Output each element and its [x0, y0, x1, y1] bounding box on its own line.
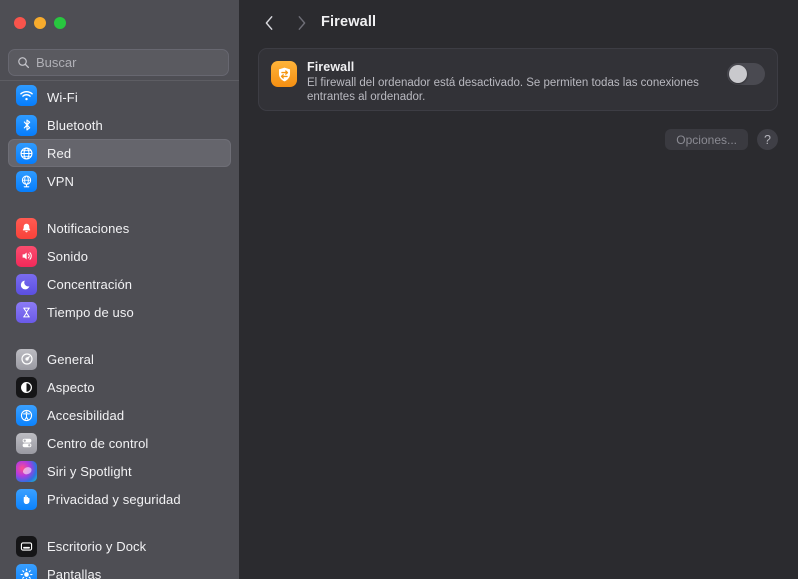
sidebar-group-desktop: Escritorio y Dock Pantallas	[0, 532, 239, 579]
sidebar-item-notificaciones[interactable]: Notificaciones	[8, 214, 231, 242]
sidebar-item-label: Aspecto	[47, 379, 95, 395]
vpn-globe-icon	[16, 170, 37, 192]
firewall-shield-icon	[271, 61, 297, 87]
toggle-knob	[729, 65, 747, 83]
toolbar: Firewall	[239, 0, 798, 46]
sidebar-item-concentracion[interactable]: Concentración	[8, 270, 231, 298]
card-actions: Opciones... ?	[258, 129, 778, 150]
firewall-card-text: Firewall El firewall del ordenador está …	[307, 60, 727, 104]
sidebar-item-aspecto[interactable]: Aspecto	[8, 373, 231, 401]
sidebar-group-network: Wi-Fi Bluetooth Red VPN	[0, 83, 239, 195]
sidebar-item-label: Wi-Fi	[47, 89, 78, 105]
hand-privacy-icon	[16, 488, 37, 510]
sidebar-item-wifi[interactable]: Wi-Fi	[8, 83, 231, 111]
speaker-icon	[16, 245, 37, 267]
sidebar-item-sonido[interactable]: Sonido	[8, 242, 231, 270]
wifi-icon	[16, 84, 37, 106]
chevron-left-icon[interactable]	[259, 13, 279, 33]
sidebar-item-vpn[interactable]: VPN	[8, 167, 231, 195]
main-content: Firewall Firewall El firewall del ordena…	[239, 0, 798, 579]
minimize-button[interactable]	[34, 17, 46, 29]
moon-icon	[16, 273, 37, 295]
bell-icon	[16, 217, 37, 239]
search-icon	[17, 56, 30, 69]
sidebar-item-label: Escritorio y Dock	[47, 538, 147, 554]
sidebar-item-bluetooth[interactable]: Bluetooth	[8, 111, 231, 139]
search-input[interactable]: Buscar	[8, 49, 229, 76]
desktop-dock-icon	[16, 535, 37, 557]
system-settings-window: Buscar Wi-Fi Bluetooth Red VPN Notificac…	[0, 0, 798, 579]
sidebar-item-tiempo-de-uso[interactable]: Tiempo de uso	[8, 298, 231, 326]
sidebar-item-escritorio-y-dock[interactable]: Escritorio y Dock	[8, 532, 231, 560]
options-button[interactable]: Opciones...	[665, 129, 748, 150]
sidebar-item-label: Accesibilidad	[47, 407, 125, 423]
sidebar-item-centro-de-control[interactable]: Centro de control	[8, 429, 231, 457]
control-center-icon	[16, 432, 37, 454]
chevron-right-icon[interactable]	[291, 13, 311, 33]
sidebar-item-label: VPN	[47, 173, 75, 189]
sidebar-item-pantallas[interactable]: Pantallas	[8, 560, 231, 579]
gear-icon	[16, 348, 37, 370]
sidebar-group-system: General Aspecto Accesibilidad Centro de …	[0, 345, 239, 513]
sidebar-nav-list[interactable]: Wi-Fi Bluetooth Red VPN Notificaciones S…	[0, 81, 239, 579]
sidebar-item-siri-y-spotlight[interactable]: Siri y Spotlight	[8, 457, 231, 485]
appearance-icon	[16, 376, 37, 398]
sidebar-item-accesibilidad[interactable]: Accesibilidad	[8, 401, 231, 429]
display-brightness-icon	[16, 563, 37, 579]
bluetooth-icon	[16, 114, 37, 136]
firewall-card-description: El firewall del ordenador está desactiva…	[307, 77, 699, 103]
sidebar-item-label: Bluetooth	[47, 117, 103, 133]
sidebar-item-general[interactable]: General	[8, 345, 231, 373]
sidebar-item-label: Centro de control	[47, 435, 149, 451]
maximize-button[interactable]	[54, 17, 66, 29]
sidebar: Buscar Wi-Fi Bluetooth Red VPN Notificac…	[0, 0, 239, 579]
firewall-card: Firewall El firewall del ordenador está …	[258, 48, 778, 111]
close-button[interactable]	[14, 17, 26, 29]
help-button[interactable]: ?	[757, 129, 778, 150]
sidebar-group-notifications: Notificaciones Sonido Concentración Tiem…	[0, 214, 239, 326]
sidebar-item-label: General	[47, 351, 94, 367]
firewall-card-title: Firewall	[307, 60, 355, 74]
sidebar-item-label: Siri y Spotlight	[47, 463, 132, 479]
sidebar-item-label: Pantallas	[47, 566, 102, 579]
sidebar-item-label: Notificaciones	[47, 220, 130, 236]
sidebar-item-label: Sonido	[47, 248, 89, 264]
sidebar-item-privacidad-y-seguridad[interactable]: Privacidad y seguridad	[8, 485, 231, 513]
sidebar-item-label: Privacidad y seguridad	[47, 491, 181, 507]
network-globe-icon	[16, 142, 37, 164]
sidebar-item-label: Red	[47, 145, 72, 161]
hourglass-icon	[16, 301, 37, 323]
siri-icon	[16, 460, 37, 482]
sidebar-item-label: Tiempo de uso	[47, 304, 134, 320]
page-title: Firewall	[321, 14, 377, 30]
firewall-toggle[interactable]	[727, 63, 765, 85]
traffic-lights	[14, 17, 66, 29]
sidebar-item-label: Concentración	[47, 276, 133, 292]
sidebar-item-red[interactable]: Red	[8, 139, 231, 167]
search-placeholder: Buscar	[36, 55, 77, 70]
accessibility-icon	[16, 404, 37, 426]
